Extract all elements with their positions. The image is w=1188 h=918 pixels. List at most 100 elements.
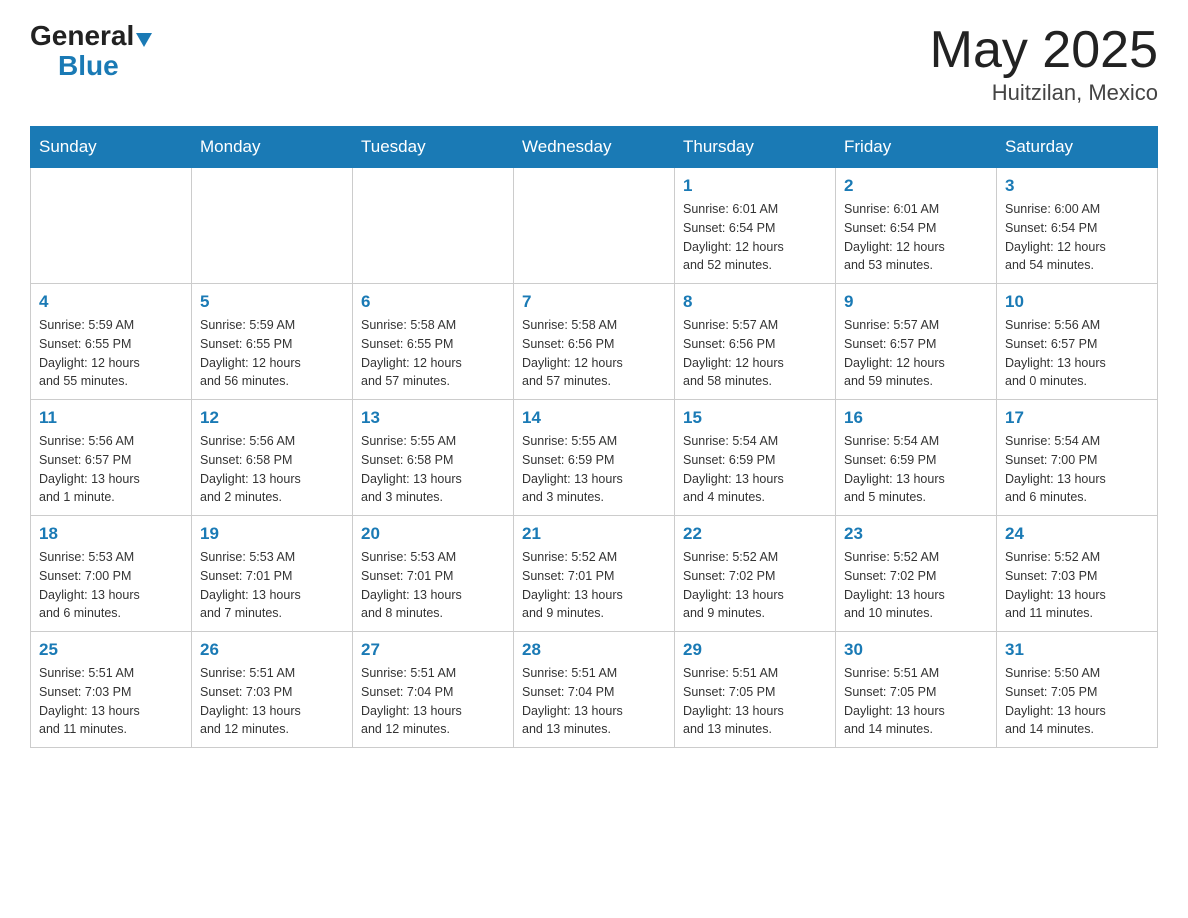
day-info: Sunrise: 5:54 AMSunset: 6:59 PMDaylight:… bbox=[683, 432, 827, 507]
day-info: Sunrise: 5:51 AMSunset: 7:04 PMDaylight:… bbox=[522, 664, 666, 739]
day-number: 31 bbox=[1005, 640, 1149, 660]
table-row: 30Sunrise: 5:51 AMSunset: 7:05 PMDayligh… bbox=[836, 632, 997, 748]
day-info: Sunrise: 5:51 AMSunset: 7:03 PMDaylight:… bbox=[200, 664, 344, 739]
day-info: Sunrise: 6:01 AMSunset: 6:54 PMDaylight:… bbox=[844, 200, 988, 275]
col-wednesday: Wednesday bbox=[514, 127, 675, 168]
day-info: Sunrise: 5:59 AMSunset: 6:55 PMDaylight:… bbox=[39, 316, 183, 391]
day-number: 27 bbox=[361, 640, 505, 660]
day-info: Sunrise: 5:51 AMSunset: 7:04 PMDaylight:… bbox=[361, 664, 505, 739]
col-thursday: Thursday bbox=[675, 127, 836, 168]
day-info: Sunrise: 5:53 AMSunset: 7:00 PMDaylight:… bbox=[39, 548, 183, 623]
title-area: May 2025 Huitzilan, Mexico bbox=[930, 20, 1158, 106]
table-row: 9 Sunrise: 5:57 AMSunset: 6:57 PMDaylight… bbox=[836, 284, 997, 400]
day-info: Sunrise: 5:52 AMSunset: 7:02 PMDaylight:… bbox=[844, 548, 988, 623]
calendar-week-row: 25 Sunrise: 5:51 AMSunset: 7:03 PMDayligh… bbox=[31, 632, 1158, 748]
day-info: Sunrise: 5:52 AMSunset: 7:01 PMDaylight:… bbox=[522, 548, 666, 623]
day-number: 15 bbox=[683, 408, 827, 428]
table-row: 14 Sunrise: 5:55 AMSunset: 6:59 PMDayligh… bbox=[514, 400, 675, 516]
table-row: 31Sunrise: 5:50 AMSunset: 7:05 PMDayligh… bbox=[997, 632, 1158, 748]
day-info: Sunrise: 5:56 AMSunset: 6:57 PMDaylight:… bbox=[1005, 316, 1149, 391]
day-number: 8 bbox=[683, 292, 827, 312]
table-row bbox=[353, 168, 514, 284]
day-number: 17 bbox=[1005, 408, 1149, 428]
day-info: Sunrise: 5:51 AMSunset: 7:03 PMDaylight:… bbox=[39, 664, 183, 739]
day-number: 9 bbox=[844, 292, 988, 312]
day-info: Sunrise: 5:53 AMSunset: 7:01 PMDaylight:… bbox=[200, 548, 344, 623]
day-info: Sunrise: 5:55 AMSunset: 6:58 PMDaylight:… bbox=[361, 432, 505, 507]
table-row: 15 Sunrise: 5:54 AMSunset: 6:59 PMDayligh… bbox=[675, 400, 836, 516]
page-header: General Blue May 2025 Huitzilan, Mexico bbox=[30, 20, 1158, 106]
calendar-table: Sunday Monday Tuesday Wednesday Thursday… bbox=[30, 126, 1158, 748]
col-tuesday: Tuesday bbox=[353, 127, 514, 168]
table-row: 3Sunrise: 6:00 AMSunset: 6:54 PMDaylight… bbox=[997, 168, 1158, 284]
table-row: 7 Sunrise: 5:58 AMSunset: 6:56 PMDaylight… bbox=[514, 284, 675, 400]
table-row: 13Sunrise: 5:55 AMSunset: 6:58 PMDayligh… bbox=[353, 400, 514, 516]
day-info: Sunrise: 5:51 AMSunset: 7:05 PMDaylight:… bbox=[683, 664, 827, 739]
day-info: Sunrise: 5:58 AMSunset: 6:56 PMDaylight:… bbox=[522, 316, 666, 391]
day-number: 20 bbox=[361, 524, 505, 544]
day-number: 19 bbox=[200, 524, 344, 544]
day-number: 14 bbox=[522, 408, 666, 428]
day-info: Sunrise: 5:54 AMSunset: 7:00 PMDaylight:… bbox=[1005, 432, 1149, 507]
day-number: 30 bbox=[844, 640, 988, 660]
day-number: 22 bbox=[683, 524, 827, 544]
day-info: Sunrise: 5:58 AMSunset: 6:55 PMDaylight:… bbox=[361, 316, 505, 391]
calendar-week-row: 4 Sunrise: 5:59 AMSunset: 6:55 PMDaylight… bbox=[31, 284, 1158, 400]
table-row: 21 Sunrise: 5:52 AMSunset: 7:01 PMDayligh… bbox=[514, 516, 675, 632]
day-number: 7 bbox=[522, 292, 666, 312]
day-number: 1 bbox=[683, 176, 827, 196]
day-number: 21 bbox=[522, 524, 666, 544]
table-row: 10 Sunrise: 5:56 AMSunset: 6:57 PMDayligh… bbox=[997, 284, 1158, 400]
day-number: 3 bbox=[1005, 176, 1149, 196]
col-sunday: Sunday bbox=[31, 127, 192, 168]
day-number: 28 bbox=[522, 640, 666, 660]
day-number: 10 bbox=[1005, 292, 1149, 312]
table-row: 23 Sunrise: 5:52 AMSunset: 7:02 PMDayligh… bbox=[836, 516, 997, 632]
calendar-week-row: 1 Sunrise: 6:01 AMSunset: 6:54 PMDaylight… bbox=[31, 168, 1158, 284]
col-saturday: Saturday bbox=[997, 127, 1158, 168]
day-info: Sunrise: 5:54 AMSunset: 6:59 PMDaylight:… bbox=[844, 432, 988, 507]
table-row: 19 Sunrise: 5:53 AMSunset: 7:01 PMDayligh… bbox=[192, 516, 353, 632]
logo-general-text: General bbox=[30, 20, 134, 52]
day-number: 24 bbox=[1005, 524, 1149, 544]
table-row: 24 Sunrise: 5:52 AMSunset: 7:03 PMDayligh… bbox=[997, 516, 1158, 632]
table-row: 27 Sunrise: 5:51 AMSunset: 7:04 PMDayligh… bbox=[353, 632, 514, 748]
day-info: Sunrise: 5:52 AMSunset: 7:03 PMDaylight:… bbox=[1005, 548, 1149, 623]
table-row: 26 Sunrise: 5:51 AMSunset: 7:03 PMDayligh… bbox=[192, 632, 353, 748]
table-row bbox=[31, 168, 192, 284]
day-info: Sunrise: 5:55 AMSunset: 6:59 PMDaylight:… bbox=[522, 432, 666, 507]
table-row: 8Sunrise: 5:57 AMSunset: 6:56 PMDaylight… bbox=[675, 284, 836, 400]
day-number: 18 bbox=[39, 524, 183, 544]
table-row: 4 Sunrise: 5:59 AMSunset: 6:55 PMDaylight… bbox=[31, 284, 192, 400]
day-number: 5 bbox=[200, 292, 344, 312]
location-title: Huitzilan, Mexico bbox=[930, 80, 1158, 106]
table-row: 22Sunrise: 5:52 AMSunset: 7:02 PMDayligh… bbox=[675, 516, 836, 632]
table-row: 25 Sunrise: 5:51 AMSunset: 7:03 PMDayligh… bbox=[31, 632, 192, 748]
col-friday: Friday bbox=[836, 127, 997, 168]
day-number: 4 bbox=[39, 292, 183, 312]
table-row: 6 Sunrise: 5:58 AMSunset: 6:55 PMDaylight… bbox=[353, 284, 514, 400]
table-row: 20Sunrise: 5:53 AMSunset: 7:01 PMDayligh… bbox=[353, 516, 514, 632]
day-number: 2 bbox=[844, 176, 988, 196]
day-info: Sunrise: 5:59 AMSunset: 6:55 PMDaylight:… bbox=[200, 316, 344, 391]
table-row: 12Sunrise: 5:56 AMSunset: 6:58 PMDayligh… bbox=[192, 400, 353, 516]
table-row: 11Sunrise: 5:56 AMSunset: 6:57 PMDayligh… bbox=[31, 400, 192, 516]
table-row: 5 Sunrise: 5:59 AMSunset: 6:55 PMDaylight… bbox=[192, 284, 353, 400]
col-monday: Monday bbox=[192, 127, 353, 168]
day-number: 26 bbox=[200, 640, 344, 660]
table-row: 1 Sunrise: 6:01 AMSunset: 6:54 PMDaylight… bbox=[675, 168, 836, 284]
day-number: 11 bbox=[39, 408, 183, 428]
logo-arrow-icon bbox=[136, 33, 152, 47]
day-number: 6 bbox=[361, 292, 505, 312]
day-number: 23 bbox=[844, 524, 988, 544]
day-number: 25 bbox=[39, 640, 183, 660]
table-row: 17 Sunrise: 5:54 AMSunset: 7:00 PMDayligh… bbox=[997, 400, 1158, 516]
table-row bbox=[514, 168, 675, 284]
table-row bbox=[192, 168, 353, 284]
table-row: 2 Sunrise: 6:01 AMSunset: 6:54 PMDaylight… bbox=[836, 168, 997, 284]
logo: General Blue bbox=[30, 20, 152, 82]
day-info: Sunrise: 5:57 AMSunset: 6:57 PMDaylight:… bbox=[844, 316, 988, 391]
day-info: Sunrise: 6:01 AMSunset: 6:54 PMDaylight:… bbox=[683, 200, 827, 275]
calendar-week-row: 18 Sunrise: 5:53 AMSunset: 7:00 PMDayligh… bbox=[31, 516, 1158, 632]
table-row: 18 Sunrise: 5:53 AMSunset: 7:00 PMDayligh… bbox=[31, 516, 192, 632]
